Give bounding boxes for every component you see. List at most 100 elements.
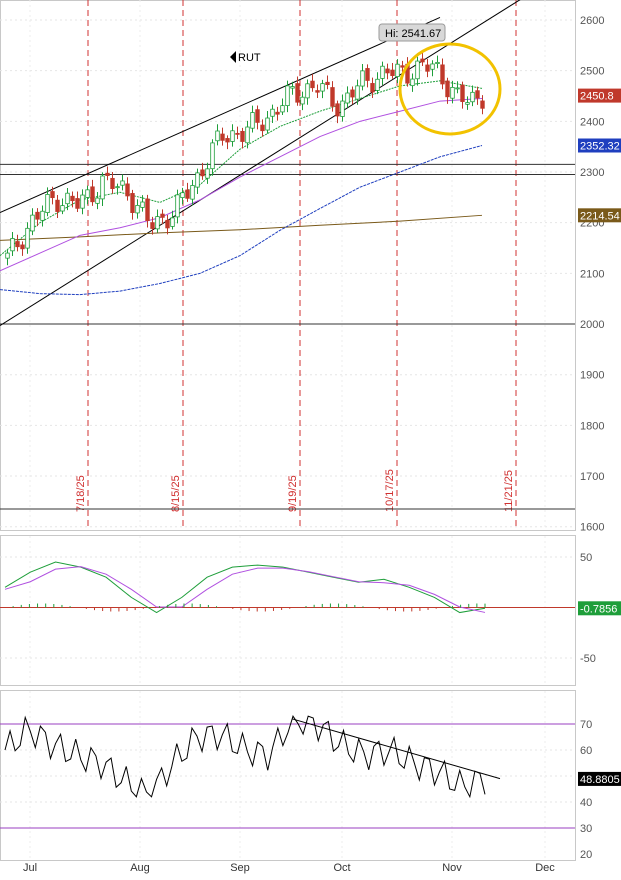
rsi-tick: 40 bbox=[580, 797, 592, 809]
price-tick: 2500 bbox=[580, 66, 604, 78]
candle-up bbox=[175, 194, 180, 218]
candle-up bbox=[180, 192, 185, 199]
rsi-panel bbox=[0, 715, 575, 829]
candle-up bbox=[140, 201, 145, 208]
symbol-label[interactable]: RUT bbox=[230, 51, 261, 64]
candle-up bbox=[215, 130, 220, 142]
candle-up bbox=[85, 189, 90, 198]
candle-down bbox=[50, 191, 55, 199]
candle-up bbox=[60, 205, 65, 212]
candle-up bbox=[210, 142, 215, 170]
price-tick: 2000 bbox=[580, 319, 604, 331]
macd-line bbox=[4, 561, 486, 614]
date-marker-label: 10/17/25 bbox=[384, 469, 396, 512]
candle-down bbox=[240, 131, 245, 142]
channel-lower-line bbox=[0, 0, 521, 326]
ma200-badge-text: 2214.54 bbox=[580, 210, 620, 222]
grid-lines bbox=[0, 0, 575, 860]
candle-up bbox=[270, 108, 275, 117]
candle-down bbox=[315, 90, 320, 93]
candle-down bbox=[225, 138, 230, 143]
candle-down bbox=[185, 189, 190, 199]
candle-up bbox=[395, 63, 400, 77]
macd-panel bbox=[0, 561, 575, 614]
rsi-badge-text: 48.8805 bbox=[580, 774, 620, 786]
candle-up bbox=[190, 185, 195, 200]
candle-up bbox=[30, 214, 35, 232]
ma200-line bbox=[0, 214, 483, 241]
candle-down bbox=[70, 195, 75, 202]
candle-up bbox=[5, 252, 10, 259]
rsi-line bbox=[4, 715, 486, 799]
moving-averages bbox=[0, 80, 483, 296]
candle-up bbox=[25, 227, 30, 249]
candle-down bbox=[165, 219, 170, 229]
macd-tick: 50 bbox=[580, 552, 592, 564]
candle-down bbox=[460, 84, 465, 102]
candle-up bbox=[410, 78, 415, 87]
candle-up bbox=[100, 175, 105, 200]
high-annotation: Hi: 2541.67 bbox=[378, 23, 446, 42]
price-tick: 1700 bbox=[580, 471, 604, 483]
candle-down bbox=[90, 186, 95, 203]
candle-up bbox=[205, 168, 210, 179]
candle-up bbox=[380, 65, 385, 79]
candle-down bbox=[125, 183, 130, 197]
ma100-badge-text: 2352.32 bbox=[580, 140, 620, 152]
candle-up bbox=[435, 61, 440, 65]
candle-down bbox=[55, 199, 60, 212]
candle-down bbox=[445, 80, 450, 98]
candle-up bbox=[290, 86, 295, 89]
price-tick: 2100 bbox=[580, 268, 604, 280]
candle-up bbox=[345, 92, 350, 104]
candle-up bbox=[170, 217, 175, 227]
macd-badge-text: -0.7856 bbox=[580, 603, 617, 615]
candle-up bbox=[280, 105, 285, 113]
candle-down bbox=[310, 80, 315, 89]
candle-down bbox=[425, 64, 430, 72]
candle-down bbox=[35, 211, 40, 220]
macd-tick: -50 bbox=[580, 653, 596, 665]
price-tick: 1800 bbox=[580, 420, 604, 432]
price-tick: 1600 bbox=[580, 522, 604, 534]
candle-down bbox=[275, 111, 280, 115]
rsi-tick: 60 bbox=[580, 745, 592, 757]
candle-up bbox=[40, 210, 45, 221]
candle-up bbox=[10, 238, 15, 252]
last-price-badge-text: 2450.8 bbox=[580, 91, 614, 103]
candle-up bbox=[250, 112, 255, 129]
price-tick: 2400 bbox=[580, 116, 604, 128]
macd-signal-line bbox=[4, 566, 486, 613]
candle-up bbox=[65, 192, 70, 205]
candle-down bbox=[330, 87, 335, 107]
price-tick: 2600 bbox=[580, 15, 604, 27]
candle-down bbox=[400, 65, 405, 68]
candle-down bbox=[385, 68, 390, 74]
axes: 2600250024002300220021002000190018001700… bbox=[23, 15, 621, 874]
month-label: Aug bbox=[130, 862, 150, 874]
candle-up bbox=[155, 216, 160, 230]
candle-down bbox=[150, 222, 155, 229]
candle-down bbox=[295, 83, 300, 103]
rsi-tick: 30 bbox=[580, 823, 592, 835]
date-marker-label: 9/19/25 bbox=[287, 475, 299, 512]
date-marker-label: 11/21/25 bbox=[503, 470, 515, 512]
rsi-tick: 70 bbox=[580, 719, 592, 731]
candle-down bbox=[235, 132, 240, 135]
channel-upper-line bbox=[0, 17, 441, 214]
candle-up bbox=[300, 96, 305, 105]
candle-down bbox=[475, 90, 480, 99]
trend-channel bbox=[0, 0, 521, 326]
candle-down bbox=[105, 172, 110, 176]
candle-up bbox=[195, 172, 200, 188]
candle-up bbox=[135, 204, 140, 214]
candle-up bbox=[120, 180, 125, 186]
candle-up bbox=[285, 85, 290, 107]
candle-up bbox=[340, 100, 345, 117]
candle-down bbox=[220, 133, 225, 141]
candle-down bbox=[325, 81, 330, 86]
horizontal-levels bbox=[0, 163, 575, 510]
candle-up bbox=[230, 130, 235, 142]
candle-down bbox=[390, 69, 395, 76]
ma50-line bbox=[0, 98, 483, 272]
